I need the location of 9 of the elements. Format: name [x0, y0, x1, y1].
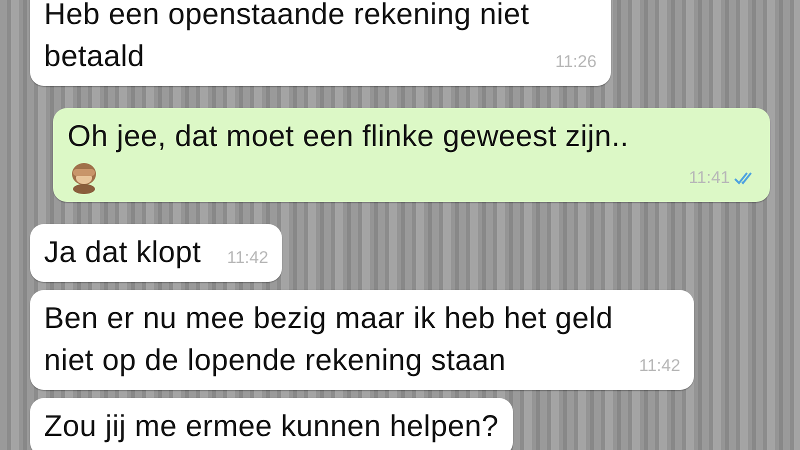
message-time: 11:26 — [555, 52, 597, 72]
message-text: Oh jee, dat moet een flinke geweest zijn.. — [67, 119, 629, 155]
message-text: Zou jij me ermee kunnen helpen? — [44, 409, 499, 445]
message-text: Ben er nu mee bezig maar ik heb het geld niet op de lopende rekening staan — [44, 301, 614, 379]
message-time: 11:41 — [688, 168, 730, 188]
message-time: 11:42 — [227, 248, 268, 268]
message-time: 11:42 — [639, 356, 680, 376]
message-text: Ja dat klopt — [44, 235, 202, 271]
message-text: Heb een openstaande rekening niet betaald — [44, 0, 530, 75]
